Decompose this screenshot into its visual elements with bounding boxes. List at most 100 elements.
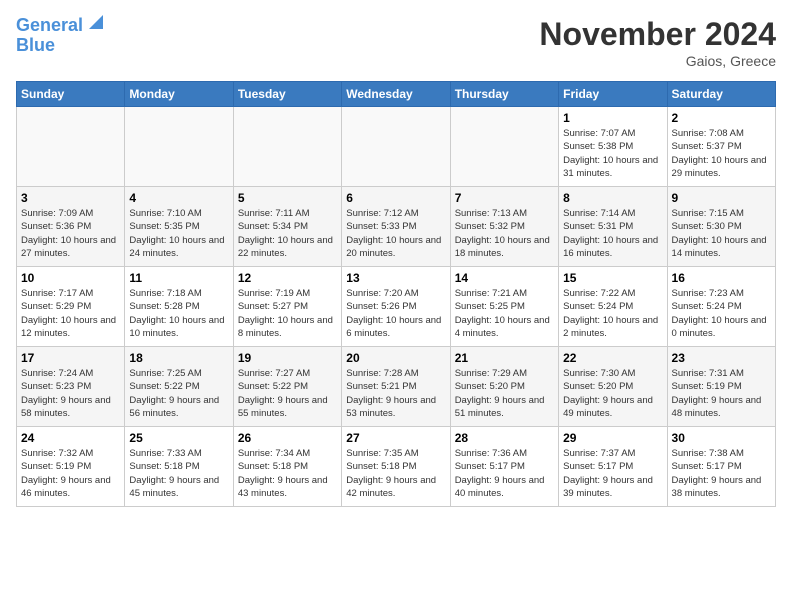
day-cell: 10 Sunrise: 7:17 AM Sunset: 5:29 PM Dayli… bbox=[17, 267, 125, 347]
day-number: 15 bbox=[563, 271, 662, 285]
day-number: 3 bbox=[21, 191, 120, 205]
day-number: 4 bbox=[129, 191, 228, 205]
day-info: Sunrise: 7:10 AM Sunset: 5:35 PM Dayligh… bbox=[129, 207, 228, 260]
day-cell: 12 Sunrise: 7:19 AM Sunset: 5:27 PM Dayli… bbox=[233, 267, 341, 347]
day-number: 21 bbox=[455, 351, 554, 365]
day-info: Sunrise: 7:11 AM Sunset: 5:34 PM Dayligh… bbox=[238, 207, 337, 260]
day-cell: 5 Sunrise: 7:11 AM Sunset: 5:34 PM Daylig… bbox=[233, 187, 341, 267]
day-info: Sunrise: 7:12 AM Sunset: 5:33 PM Dayligh… bbox=[346, 207, 445, 260]
day-cell: 24 Sunrise: 7:32 AM Sunset: 5:19 PM Dayli… bbox=[17, 427, 125, 507]
day-cell: 22 Sunrise: 7:30 AM Sunset: 5:20 PM Dayli… bbox=[559, 347, 667, 427]
day-info: Sunrise: 7:23 AM Sunset: 5:24 PM Dayligh… bbox=[672, 287, 771, 340]
title-block: November 2024 Gaios, Greece bbox=[539, 16, 776, 69]
day-info: Sunrise: 7:28 AM Sunset: 5:21 PM Dayligh… bbox=[346, 367, 445, 420]
day-info: Sunrise: 7:17 AM Sunset: 5:29 PM Dayligh… bbox=[21, 287, 120, 340]
day-cell bbox=[125, 107, 233, 187]
day-info: Sunrise: 7:34 AM Sunset: 5:18 PM Dayligh… bbox=[238, 447, 337, 500]
logo-icon bbox=[85, 11, 107, 33]
day-number: 20 bbox=[346, 351, 445, 365]
day-info: Sunrise: 7:18 AM Sunset: 5:28 PM Dayligh… bbox=[129, 287, 228, 340]
day-cell: 14 Sunrise: 7:21 AM Sunset: 5:25 PM Dayli… bbox=[450, 267, 558, 347]
day-number: 11 bbox=[129, 271, 228, 285]
day-cell bbox=[450, 107, 558, 187]
day-info: Sunrise: 7:27 AM Sunset: 5:22 PM Dayligh… bbox=[238, 367, 337, 420]
day-cell: 17 Sunrise: 7:24 AM Sunset: 5:23 PM Dayli… bbox=[17, 347, 125, 427]
logo-text-line1: General bbox=[16, 16, 83, 36]
day-info: Sunrise: 7:37 AM Sunset: 5:17 PM Dayligh… bbox=[563, 447, 662, 500]
day-info: Sunrise: 7:09 AM Sunset: 5:36 PM Dayligh… bbox=[21, 207, 120, 260]
day-info: Sunrise: 7:13 AM Sunset: 5:32 PM Dayligh… bbox=[455, 207, 554, 260]
logo: General Blue bbox=[16, 16, 107, 56]
day-number: 24 bbox=[21, 431, 120, 445]
day-cell: 16 Sunrise: 7:23 AM Sunset: 5:24 PM Dayli… bbox=[667, 267, 775, 347]
day-number: 2 bbox=[672, 111, 771, 125]
day-number: 27 bbox=[346, 431, 445, 445]
day-cell: 27 Sunrise: 7:35 AM Sunset: 5:18 PM Dayli… bbox=[342, 427, 450, 507]
header-tuesday: Tuesday bbox=[233, 82, 341, 107]
day-number: 18 bbox=[129, 351, 228, 365]
month-title: November 2024 bbox=[539, 16, 776, 53]
day-cell: 26 Sunrise: 7:34 AM Sunset: 5:18 PM Dayli… bbox=[233, 427, 341, 507]
day-number: 25 bbox=[129, 431, 228, 445]
day-cell: 20 Sunrise: 7:28 AM Sunset: 5:21 PM Dayli… bbox=[342, 347, 450, 427]
logo-text-line2: Blue bbox=[16, 36, 55, 56]
header-sunday: Sunday bbox=[17, 82, 125, 107]
day-number: 14 bbox=[455, 271, 554, 285]
day-cell: 29Sunrise: 7:37 AM Sunset: 5:17 PM Dayli… bbox=[559, 427, 667, 507]
day-number: 1 bbox=[563, 111, 662, 125]
day-cell: 8 Sunrise: 7:14 AM Sunset: 5:31 PM Daylig… bbox=[559, 187, 667, 267]
week-row-5: 24 Sunrise: 7:32 AM Sunset: 5:19 PM Dayli… bbox=[17, 427, 776, 507]
day-cell: 3 Sunrise: 7:09 AM Sunset: 5:36 PM Daylig… bbox=[17, 187, 125, 267]
day-number: 22 bbox=[563, 351, 662, 365]
day-info: Sunrise: 7:36 AM Sunset: 5:17 PM Dayligh… bbox=[455, 447, 554, 500]
day-info: Sunrise: 7:32 AM Sunset: 5:19 PM Dayligh… bbox=[21, 447, 120, 500]
day-number: 5 bbox=[238, 191, 337, 205]
day-info: Sunrise: 7:24 AM Sunset: 5:23 PM Dayligh… bbox=[21, 367, 120, 420]
day-info: Sunrise: 7:08 AM Sunset: 5:37 PM Dayligh… bbox=[672, 127, 771, 180]
week-row-4: 17 Sunrise: 7:24 AM Sunset: 5:23 PM Dayli… bbox=[17, 347, 776, 427]
day-number: 9 bbox=[672, 191, 771, 205]
header-monday: Monday bbox=[125, 82, 233, 107]
day-info: Sunrise: 7:14 AM Sunset: 5:31 PM Dayligh… bbox=[563, 207, 662, 260]
day-cell: 2 Sunrise: 7:08 AM Sunset: 5:37 PM Daylig… bbox=[667, 107, 775, 187]
day-info: Sunrise: 7:29 AM Sunset: 5:20 PM Dayligh… bbox=[455, 367, 554, 420]
day-cell: 18 Sunrise: 7:25 AM Sunset: 5:22 PM Dayli… bbox=[125, 347, 233, 427]
day-cell: 15Sunrise: 7:22 AM Sunset: 5:24 PM Dayli… bbox=[559, 267, 667, 347]
day-info: Sunrise: 7:33 AM Sunset: 5:18 PM Dayligh… bbox=[129, 447, 228, 500]
header-thursday: Thursday bbox=[450, 82, 558, 107]
day-cell: 30Sunrise: 7:38 AM Sunset: 5:17 PM Dayli… bbox=[667, 427, 775, 507]
day-number: 8 bbox=[563, 191, 662, 205]
day-cell: 28Sunrise: 7:36 AM Sunset: 5:17 PM Dayli… bbox=[450, 427, 558, 507]
day-number: 17 bbox=[21, 351, 120, 365]
day-number: 6 bbox=[346, 191, 445, 205]
day-number: 13 bbox=[346, 271, 445, 285]
day-number: 12 bbox=[238, 271, 337, 285]
day-info: Sunrise: 7:31 AM Sunset: 5:19 PM Dayligh… bbox=[672, 367, 771, 420]
day-cell: 11 Sunrise: 7:18 AM Sunset: 5:28 PM Dayli… bbox=[125, 267, 233, 347]
day-number: 7 bbox=[455, 191, 554, 205]
day-cell: 13Sunrise: 7:20 AM Sunset: 5:26 PM Dayli… bbox=[342, 267, 450, 347]
day-number: 16 bbox=[672, 271, 771, 285]
header-row: SundayMondayTuesdayWednesdayThursdayFrid… bbox=[17, 82, 776, 107]
day-info: Sunrise: 7:35 AM Sunset: 5:18 PM Dayligh… bbox=[346, 447, 445, 500]
day-number: 19 bbox=[238, 351, 337, 365]
day-cell: 9 Sunrise: 7:15 AM Sunset: 5:30 PM Daylig… bbox=[667, 187, 775, 267]
day-cell: 7 Sunrise: 7:13 AM Sunset: 5:32 PM Daylig… bbox=[450, 187, 558, 267]
day-info: Sunrise: 7:25 AM Sunset: 5:22 PM Dayligh… bbox=[129, 367, 228, 420]
day-cell bbox=[342, 107, 450, 187]
week-row-3: 10 Sunrise: 7:17 AM Sunset: 5:29 PM Dayli… bbox=[17, 267, 776, 347]
day-cell: 6 Sunrise: 7:12 AM Sunset: 5:33 PM Daylig… bbox=[342, 187, 450, 267]
day-info: Sunrise: 7:19 AM Sunset: 5:27 PM Dayligh… bbox=[238, 287, 337, 340]
day-info: Sunrise: 7:30 AM Sunset: 5:20 PM Dayligh… bbox=[563, 367, 662, 420]
day-info: Sunrise: 7:21 AM Sunset: 5:25 PM Dayligh… bbox=[455, 287, 554, 340]
day-cell: 4 Sunrise: 7:10 AM Sunset: 5:35 PM Daylig… bbox=[125, 187, 233, 267]
day-number: 26 bbox=[238, 431, 337, 445]
header-wednesday: Wednesday bbox=[342, 82, 450, 107]
day-cell: 1 Sunrise: 7:07 AM Sunset: 5:38 PM Daylig… bbox=[559, 107, 667, 187]
day-number: 30 bbox=[672, 431, 771, 445]
week-row-1: 1 Sunrise: 7:07 AM Sunset: 5:38 PM Daylig… bbox=[17, 107, 776, 187]
day-number: 10 bbox=[21, 271, 120, 285]
day-info: Sunrise: 7:15 AM Sunset: 5:30 PM Dayligh… bbox=[672, 207, 771, 260]
header-saturday: Saturday bbox=[667, 82, 775, 107]
day-info: Sunrise: 7:07 AM Sunset: 5:38 PM Dayligh… bbox=[563, 127, 662, 180]
